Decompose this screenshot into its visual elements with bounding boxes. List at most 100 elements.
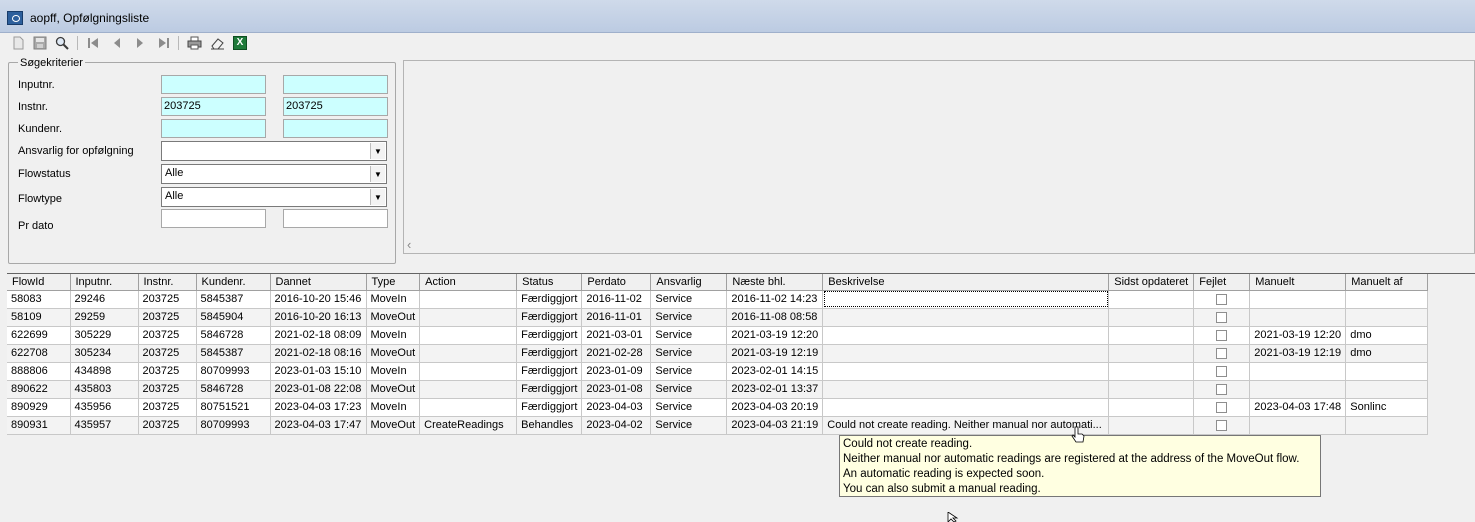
column-header-status[interactable]: Status — [516, 274, 583, 291]
cell-beskrivelse[interactable] — [822, 290, 1110, 309]
last-record-icon[interactable] — [155, 34, 173, 52]
cell-ansvarlig[interactable]: Service — [650, 344, 728, 363]
table-row[interactable]: 890929 435956 203725 80751521 2023-04-03 17:… — [7, 398, 1429, 417]
cell-beskrivelse[interactable] — [822, 326, 1110, 345]
cell-type[interactable]: MoveIn — [366, 290, 421, 309]
cell-inputnr[interactable]: 29246 — [70, 290, 139, 309]
chevron-down-icon[interactable]: ▼ — [370, 143, 385, 159]
cell-flowid[interactable]: 888806 — [7, 362, 71, 381]
table-row[interactable]: 622708 305234 203725 5845387 2021-02-18 08:1… — [7, 344, 1429, 363]
cell-perdato[interactable]: 2021-02-28 — [581, 344, 652, 363]
cell-dannet[interactable]: 2023-01-08 22:08 — [270, 380, 367, 399]
first-record-icon[interactable] — [84, 34, 102, 52]
cell-sidst[interactable] — [1108, 290, 1195, 309]
cell-instnr[interactable]: 203725 — [138, 416, 197, 435]
cell-beskrivelse[interactable] — [822, 398, 1110, 417]
cell-instnr[interactable]: 203725 — [138, 398, 197, 417]
fejlet-checkbox[interactable] — [1216, 293, 1228, 305]
cell-sidst[interactable] — [1108, 380, 1195, 399]
cell-instnr[interactable]: 203725 — [138, 290, 197, 309]
cell-perdato[interactable]: 2023-01-09 — [581, 362, 652, 381]
cell-status[interactable]: Færdiggjort — [516, 290, 583, 309]
cell-flowid[interactable]: 890622 — [7, 380, 71, 399]
cell-inputnr[interactable]: 435803 — [70, 380, 139, 399]
cell-manuelt-af[interactable] — [1345, 308, 1429, 327]
column-header-ansvarlig[interactable]: Ansvarlig — [650, 274, 728, 291]
column-header-manuelt-af[interactable]: Manuelt af — [1345, 274, 1429, 291]
cell-manuelt-af[interactable] — [1345, 362, 1429, 381]
cell-ansvarlig[interactable]: Service — [650, 416, 728, 435]
flowtype-select[interactable]: Alle ▼ — [161, 187, 387, 207]
ansvarlig-select[interactable]: ▼ — [161, 141, 387, 161]
cell-kundenr[interactable]: 80751521 — [196, 398, 271, 417]
cell-action[interactable] — [419, 380, 518, 399]
chevron-down-icon[interactable]: ▼ — [370, 189, 385, 205]
fejlet-checkbox[interactable] — [1216, 365, 1228, 377]
cell-beskrivelse[interactable] — [822, 308, 1110, 327]
column-header-inputnr[interactable]: Inputnr. — [70, 274, 139, 291]
cell-action[interactable] — [419, 398, 518, 417]
cell-sidst[interactable] — [1108, 326, 1195, 345]
kundenr-from-field[interactable] — [161, 119, 266, 138]
column-header-instnr[interactable]: Instnr. — [138, 274, 197, 291]
table-row[interactable]: 58109 29259 203725 5845904 2016-10-20 16:13 M… — [7, 308, 1429, 327]
next-record-icon[interactable] — [131, 34, 149, 52]
cell-naeste[interactable]: 2021-03-19 12:19 — [726, 344, 824, 363]
instnr-from-field[interactable]: 203725 — [161, 97, 266, 116]
cell-manuelt[interactable] — [1249, 308, 1347, 327]
cell-kundenr[interactable]: 5845387 — [196, 290, 271, 309]
cell-status[interactable]: Færdiggjort — [516, 380, 583, 399]
cell-perdato[interactable]: 2016-11-01 — [581, 308, 652, 327]
cell-inputnr[interactable]: 435956 — [70, 398, 139, 417]
cell-dannet[interactable]: 2021-02-18 08:09 — [270, 326, 367, 345]
cell-dannet[interactable]: 2021-02-18 08:16 — [270, 344, 367, 363]
cell-beskrivelse[interactable]: Could not create reading. Neither manual… — [822, 416, 1110, 435]
cell-action[interactable] — [419, 326, 518, 345]
cell-fejlet[interactable] — [1193, 362, 1251, 381]
cell-manuelt[interactable]: 2021-03-19 12:19 — [1249, 344, 1347, 363]
cell-beskrivelse[interactable] — [822, 362, 1110, 381]
cell-manuelt[interactable] — [1249, 290, 1347, 309]
cell-naeste[interactable]: 2016-11-08 08:58 — [726, 308, 824, 327]
cell-ansvarlig[interactable]: Service — [650, 308, 728, 327]
cell-perdato[interactable]: 2016-11-02 — [581, 290, 652, 309]
fejlet-checkbox[interactable] — [1216, 419, 1228, 431]
cell-naeste[interactable]: 2021-03-19 12:20 — [726, 326, 824, 345]
cell-perdato[interactable]: 2021-03-01 — [581, 326, 652, 345]
column-header-beskrivelse[interactable]: Beskrivelse — [822, 274, 1110, 291]
cell-flowid[interactable]: 58083 — [7, 290, 71, 309]
cell-flowid[interactable]: 622699 — [7, 326, 71, 345]
cell-status[interactable]: Færdiggjort — [516, 362, 583, 381]
cell-sidst[interactable] — [1108, 398, 1195, 417]
table-row[interactable]: 890622 435803 203725 5846728 2023-01-08 22:0… — [7, 380, 1429, 399]
column-header-action[interactable]: Action — [419, 274, 518, 291]
cell-kundenr[interactable]: 80709993 — [196, 416, 271, 435]
fejlet-checkbox[interactable] — [1216, 329, 1228, 341]
cell-manuelt-af[interactable] — [1345, 290, 1429, 309]
cell-ansvarlig[interactable]: Service — [650, 380, 728, 399]
cell-type[interactable]: MoveIn — [366, 362, 421, 381]
new-icon[interactable] — [9, 34, 27, 52]
cell-kundenr[interactable]: 5846728 — [196, 326, 271, 345]
cell-dannet[interactable]: 2016-10-20 16:13 — [270, 308, 367, 327]
print-icon[interactable] — [185, 34, 203, 52]
column-header-næste-bhl[interactable]: Næste bhl. — [726, 274, 824, 291]
cell-type[interactable]: MoveOut — [366, 380, 421, 399]
chevron-down-icon[interactable]: ▼ — [370, 166, 385, 182]
cell-status[interactable]: Færdiggjort — [516, 308, 583, 327]
column-header-fejlet[interactable]: Fejlet — [1193, 274, 1251, 291]
table-row[interactable]: 890931 435957 203725 80709993 2023-04-03 17:… — [7, 416, 1429, 435]
cell-kundenr[interactable]: 5845904 — [196, 308, 271, 327]
fejlet-checkbox[interactable] — [1216, 401, 1228, 413]
cell-sidst[interactable] — [1108, 308, 1195, 327]
cell-kundenr[interactable]: 80709993 — [196, 362, 271, 381]
cell-dannet[interactable]: 2023-04-03 17:47 — [270, 416, 367, 435]
column-header-flowid[interactable]: FlowId — [7, 274, 71, 291]
cell-fejlet[interactable] — [1193, 326, 1251, 345]
cell-manuelt[interactable] — [1249, 380, 1347, 399]
cell-action[interactable] — [419, 362, 518, 381]
cell-ansvarlig[interactable]: Service — [650, 362, 728, 381]
cell-fejlet[interactable] — [1193, 344, 1251, 363]
cell-inputnr[interactable]: 434898 — [70, 362, 139, 381]
cell-perdato[interactable]: 2023-01-08 — [581, 380, 652, 399]
